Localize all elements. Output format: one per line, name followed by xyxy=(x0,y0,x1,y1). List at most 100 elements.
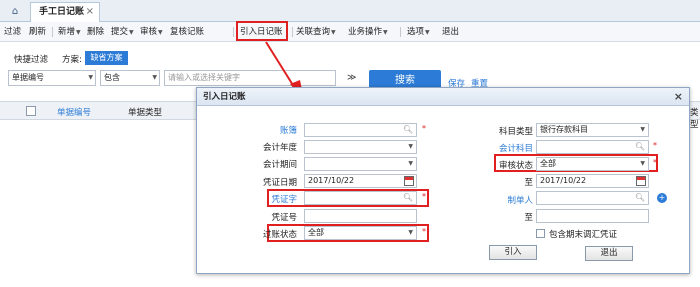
filter-operator-select[interactable]: 包含 ▼ xyxy=(100,70,160,86)
add-button[interactable]: 新增▼ xyxy=(58,25,81,39)
chevron-down-icon: ▼ xyxy=(408,143,413,150)
audit-label: 审核 xyxy=(140,27,158,37)
options-button[interactable]: 选项▼ xyxy=(407,25,430,39)
chevron-down-icon: ▼ xyxy=(640,126,645,133)
chevron-down-icon: ▼ xyxy=(640,160,645,167)
toolbar-divider xyxy=(292,27,293,37)
posting-status-value: 全部 xyxy=(308,228,324,237)
refresh-button[interactable]: 刷新 xyxy=(29,25,46,39)
default-scheme-button[interactable]: 缺省方案 xyxy=(85,51,128,65)
toolbar-divider xyxy=(233,27,234,37)
fiscal-year-select[interactable]: ▼ xyxy=(304,140,417,154)
voucher-no-label: 凭证号 xyxy=(271,213,297,223)
include-closing-checkbox[interactable] xyxy=(536,229,545,238)
dialog-title: 引入日记账 xyxy=(203,92,246,102)
business-ops-label: 业务操作 xyxy=(348,27,383,37)
account-input[interactable]: 🔍︎ xyxy=(536,140,649,154)
to-creator-input[interactable] xyxy=(536,209,649,223)
select-all-checkbox[interactable] xyxy=(26,106,36,116)
required-mark: * xyxy=(422,124,426,133)
chevron-down-icon: ▼ xyxy=(129,29,134,36)
scheme-label: 方案: xyxy=(62,55,82,65)
home-icon[interactable]: ⌂ xyxy=(4,3,26,20)
fiscal-year-label: 会计年度 xyxy=(262,143,297,153)
close-icon[interactable]: × xyxy=(674,88,683,106)
filter-field-select[interactable]: 单据编号 ▼ xyxy=(8,70,96,86)
creator-label: 制单人 xyxy=(507,196,533,206)
delete-button[interactable]: 删除 xyxy=(87,25,104,39)
voucher-date-input[interactable]: 2017/10/22 xyxy=(304,174,417,188)
chevron-down-icon: ▼ xyxy=(152,74,157,81)
exit-dialog-button[interactable]: 退出 xyxy=(585,246,633,261)
audit-status-select[interactable]: 全部 ▼ xyxy=(536,157,649,171)
calendar-icon[interactable] xyxy=(404,176,414,186)
add-icon[interactable]: + xyxy=(657,193,667,203)
voucher-word-input[interactable]: 🔍︎ xyxy=(304,191,417,205)
import-journal-dialog: 引入日记账 × 账簿 🔍︎ * 会计年度 ▼ 会计期间 ▼ 凭证日期 2017/… xyxy=(196,87,690,274)
to-date-label: 至 xyxy=(524,178,533,188)
column-bill-no[interactable]: 单据编号 xyxy=(57,106,91,118)
to-date-input[interactable]: 2017/10/22 xyxy=(536,174,649,188)
required-mark: * xyxy=(653,141,657,150)
fiscal-period-select[interactable]: ▼ xyxy=(304,157,417,171)
voucher-date-label: 凭证日期 xyxy=(262,178,297,188)
calendar-icon[interactable] xyxy=(636,176,646,186)
chevron-down-icon: ▼ xyxy=(383,29,388,36)
posting-status-select[interactable]: 全部 ▼ xyxy=(304,226,417,240)
toolbar-divider xyxy=(400,27,401,37)
review-post-button[interactable]: 复核记账 xyxy=(170,25,204,39)
related-query-label: 关联查询 xyxy=(296,27,331,37)
required-mark: * xyxy=(422,227,426,236)
chevron-down-icon: ▼ xyxy=(331,29,336,36)
account-label: 会计科目 xyxy=(498,144,533,154)
voucher-no-input[interactable] xyxy=(304,209,417,223)
highlight-box xyxy=(236,21,288,41)
to-date-value: 2017/10/22 xyxy=(540,176,587,185)
related-query-button[interactable]: 关联查询▼ xyxy=(296,25,336,39)
account-type-select[interactable]: 银行存款科目 ▼ xyxy=(536,123,649,137)
fiscal-period-label: 会计期间 xyxy=(262,160,297,170)
chevron-down-icon: ▼ xyxy=(88,74,93,81)
toolbar-divider xyxy=(52,27,53,37)
options-label: 选项 xyxy=(407,27,425,37)
close-icon[interactable]: × xyxy=(86,3,94,21)
toolbar: 过滤 刷新 新增▼ 删除 提交▼ 审核▼ 复核记账 引入日记账 关联查询▼ 业务… xyxy=(0,22,700,42)
chevron-down-icon: ▼ xyxy=(76,29,81,36)
search-icon[interactable]: 🔍︎ xyxy=(635,192,645,204)
include-closing-label: 包含期末调汇凭证 xyxy=(549,230,618,240)
required-mark: * xyxy=(422,192,426,201)
tab-label: 手工日记账 xyxy=(39,7,85,17)
search-icon[interactable]: 🔍︎ xyxy=(403,192,413,204)
filter-field-value: 单据编号 xyxy=(12,73,44,82)
account-book-input[interactable]: 🔍︎ xyxy=(304,123,417,137)
filter-operator-value: 包含 xyxy=(104,73,120,82)
audit-status-value: 全部 xyxy=(540,159,556,168)
audit-button[interactable]: 审核▼ xyxy=(140,25,163,39)
exit-button[interactable]: 退出 xyxy=(442,25,459,39)
business-ops-button[interactable]: 业务操作▼ xyxy=(348,25,388,39)
column-type-right[interactable]: 类型 xyxy=(690,106,700,130)
add-label: 新增 xyxy=(58,27,76,37)
dialog-title-bar: 引入日记账 × xyxy=(197,88,689,106)
tab-manual-journal[interactable]: 手工日记账 × xyxy=(30,2,100,22)
chevron-down-icon: ▼ xyxy=(158,29,163,36)
search-icon[interactable]: 🔍︎ xyxy=(403,124,413,136)
required-mark: * xyxy=(653,158,657,167)
quick-filter-label: 快捷过滤 xyxy=(14,55,49,65)
creator-input[interactable]: 🔍︎ xyxy=(536,191,649,205)
chevron-down-icon: ▼ xyxy=(408,229,413,236)
search-icon[interactable]: 🔍︎ xyxy=(635,141,645,153)
keyword-input[interactable]: 请输入或选择关键字 xyxy=(164,70,336,86)
chevron-down-icon: ▼ xyxy=(408,160,413,167)
account-book-label: 账簿 xyxy=(279,126,297,136)
posting-status-label: 过账状态 xyxy=(262,230,297,240)
filter-button[interactable]: 过滤 xyxy=(4,25,21,39)
chevron-down-icon: ▼ xyxy=(425,29,430,36)
account-type-label: 科目类型 xyxy=(498,127,533,137)
account-type-value: 银行存款科目 xyxy=(540,125,588,134)
import-button[interactable]: 引入 xyxy=(489,245,537,260)
column-bill-type[interactable]: 单据类型 xyxy=(128,106,162,118)
submit-button[interactable]: 提交▼ xyxy=(111,25,134,39)
audit-status-label: 审核状态 xyxy=(498,161,533,171)
expand-icon[interactable]: ≫ xyxy=(347,73,356,83)
